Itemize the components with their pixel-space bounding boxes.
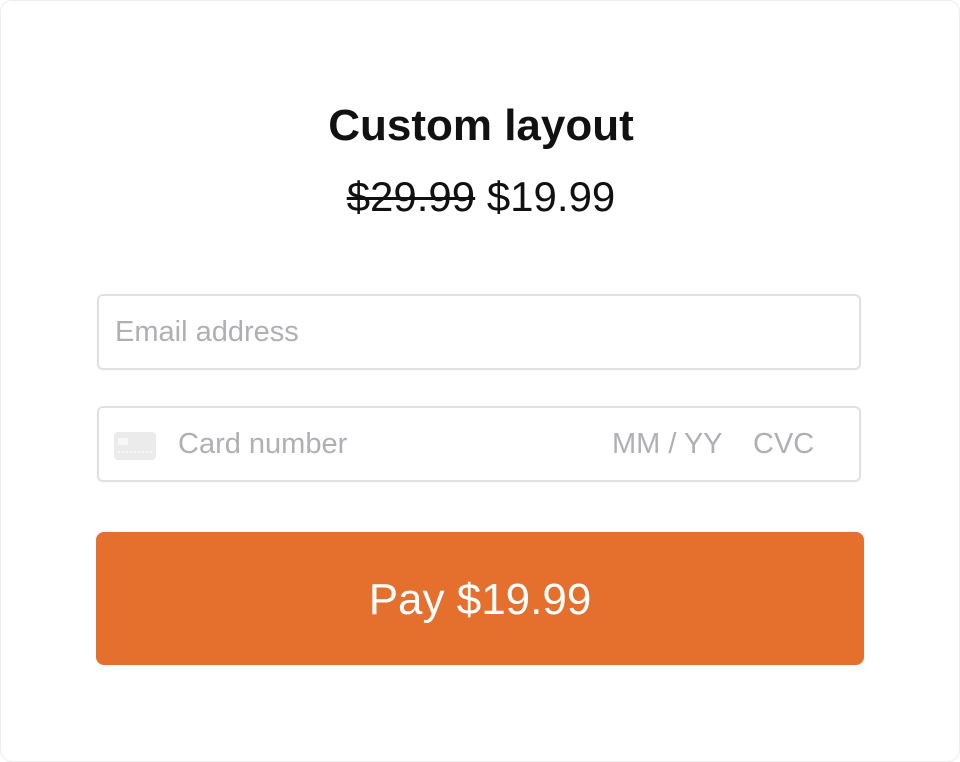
email-field[interactable]: Email address [97, 294, 861, 370]
expiry-input[interactable]: MM / YY [612, 428, 723, 461]
card-details-field[interactable]: Card number MM / YY CVC [97, 406, 861, 482]
price-row: $29.99 $19.99 [1, 173, 960, 221]
pay-button[interactable]: Pay $19.99 [96, 532, 864, 665]
card-number-input[interactable]: Card number [178, 428, 347, 461]
cvc-input[interactable]: CVC [753, 428, 814, 461]
credit-card-icon [114, 432, 156, 460]
product-title: Custom layout [328, 101, 634, 150]
email-placeholder: Email address [115, 316, 299, 348]
sale-price: $19.99 [486, 173, 616, 220]
original-price: $29.99 [346, 173, 476, 220]
